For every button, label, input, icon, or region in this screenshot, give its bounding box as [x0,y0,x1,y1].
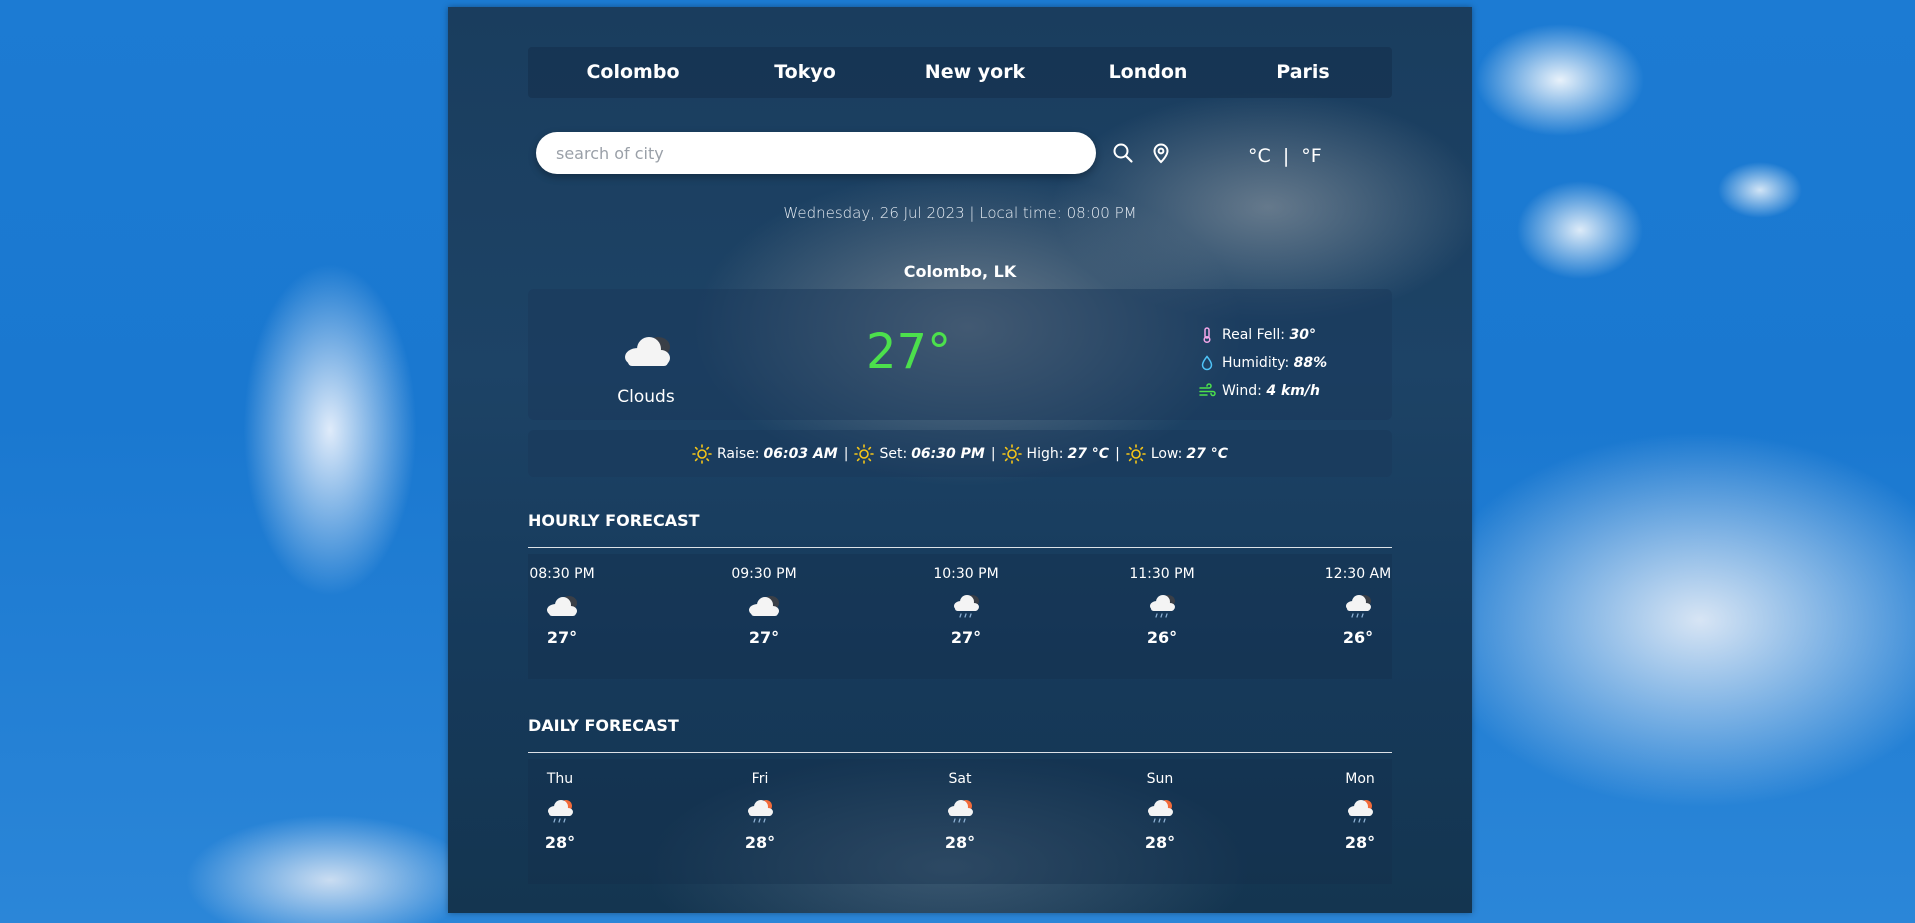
search-icon[interactable] [1110,140,1136,166]
date-time: Wednesday, 26 Jul 2023 | Local time: 08:… [783,204,1137,222]
daily-day: Mon [1345,771,1375,787]
daily-item: Thu 28° [510,759,610,852]
separator: | [843,445,849,462]
wind-row: Wind: 4 km/h [1198,377,1327,405]
divider [528,752,1392,753]
daily-temp: 28° [1344,833,1376,852]
sunrise-label: Raise: [717,445,760,462]
hourly-item: 12:30 AM 26° [1308,554,1408,647]
current-weather-card: Clouds 27° Real Fell: 30° Humidity: 88% [528,289,1392,420]
daily-day: Sun [1146,771,1174,787]
hourly-time: 09:30 PM [731,566,797,582]
cloud-rain-night-icon [1308,584,1408,628]
hourly-temp: 27° [748,628,780,647]
low-value: 27 °C [1186,445,1228,462]
thermometer-icon [1203,327,1211,344]
cloud-rain-sun-icon [710,789,810,833]
sun-icon [1001,443,1022,464]
daily-temp: 28° [744,833,776,852]
daily-day: Sat [948,771,972,787]
high-value: 27 °C [1067,445,1110,462]
wind-value: 4 km/h [1266,383,1320,399]
location-name: Colombo, LK [903,262,1017,281]
daily-day: Fri [751,771,769,787]
separator: | [1115,445,1120,462]
sun-icon [692,443,712,464]
hourly-item: 11:30 PM 26° [1112,554,1212,647]
humidity-row: Humidity: 88% [1198,349,1327,377]
real-feel-value: 30° [1289,327,1316,343]
current-temperature: 27° [866,324,952,380]
sunrise-value: 06:03 AM [763,445,838,462]
weather-details: Real Fell: 30° Humidity: 88% Wind: 4 km/… [1198,321,1327,405]
daily-day: Thu [546,771,574,787]
daily-item: Fri 28° [710,759,810,852]
high-item: High: 27 °C [1001,443,1110,464]
condition-label: Clouds [617,387,675,407]
hourly-temp: 26° [1342,628,1374,647]
hourly-time: 08:30 PM [529,566,595,582]
sunrise-item: Raise: 06:03 AM [692,443,838,464]
hourly-forecast-title: HOURLY FORECAST [528,511,700,530]
weather-panel: Colombo Tokyo New york London Paris °C |… [448,7,1472,913]
cloud-rain-sun-icon [1110,789,1210,833]
daily-item: Sat 28° [910,759,1010,852]
daily-temp: 28° [944,833,976,852]
humidity-label: Humidity: [1222,355,1290,371]
hourly-time: 10:30 PM [933,566,999,582]
wind-label: Wind: [1222,383,1262,399]
hourly-item: 09:30 PM 27° [714,554,814,647]
fahrenheit-button[interactable]: °F [1301,145,1321,167]
city-link-london[interactable]: London [1109,47,1188,98]
daily-item: Sun 28° [1110,759,1210,852]
cloud-icon [618,329,678,377]
daily-temp: 28° [544,833,576,852]
daily-temp: 28° [1144,833,1176,852]
sunset-item: Set: 06:30 PM [854,443,985,464]
sunset-value: 06:30 PM [911,445,985,462]
city-link-paris[interactable]: Paris [1276,47,1329,98]
cloud-rain-sun-icon [910,789,1010,833]
low-item: Low: 27 °C [1126,443,1228,464]
cloud-night-icon [714,584,814,628]
daily-item: Mon 28° [1310,759,1410,852]
hourly-time: 11:30 PM [1129,566,1195,582]
sunset-label: Set: [879,445,908,462]
hourly-temp: 26° [1146,628,1178,647]
city-link-colombo[interactable]: Colombo [586,47,679,98]
cloud-rain-sun-icon [510,789,610,833]
separator: | [990,445,996,462]
city-link-new-york[interactable]: New york [925,47,1025,98]
celsius-button[interactable]: °C [1248,145,1271,167]
unit-separator: | [1282,145,1290,167]
hourly-time: 12:30 AM [1324,566,1392,582]
real-feel-row: Real Fell: 30° [1198,321,1327,349]
unit-toggle: °C | °F [1248,145,1322,167]
low-label: Low: [1150,445,1183,462]
droplet-icon [1201,355,1213,371]
divider [528,547,1392,548]
real-feel-label: Real Fell: [1222,327,1286,343]
humidity-value: 88% [1293,355,1328,371]
sun-icon [1126,443,1146,464]
high-label: High: [1026,445,1064,462]
city-link-tokyo[interactable]: Tokyo [774,47,836,98]
wind-icon [1199,383,1216,397]
daily-forecast-row: Thu 28° Fri 28° Sat 28° Sun 28° Mon 28° [528,759,1392,884]
hourly-forecast-row: 08:30 PM 27° 09:30 PM 27° 10:30 PM 27° 1… [528,554,1392,679]
sun-info-bar: Raise: 06:03 AM | Set: 06:30 PM | High: … [528,430,1392,477]
hourly-temp: 27° [546,628,578,647]
hourly-temp: 27° [950,628,982,647]
daily-forecast-title: DAILY FORECAST [528,716,679,735]
search-input[interactable] [536,132,1096,174]
sun-icon [854,443,875,464]
cloud-rain-night-icon [1112,584,1212,628]
city-nav: Colombo Tokyo New york London Paris [528,47,1392,98]
hourly-item: 10:30 PM 27° [916,554,1016,647]
location-pin-icon[interactable] [1148,140,1174,166]
cloud-rain-night-icon [916,584,1016,628]
hourly-item: 08:30 PM 27° [512,554,612,647]
cloud-night-icon [512,584,612,628]
cloud-rain-sun-icon [1310,789,1410,833]
